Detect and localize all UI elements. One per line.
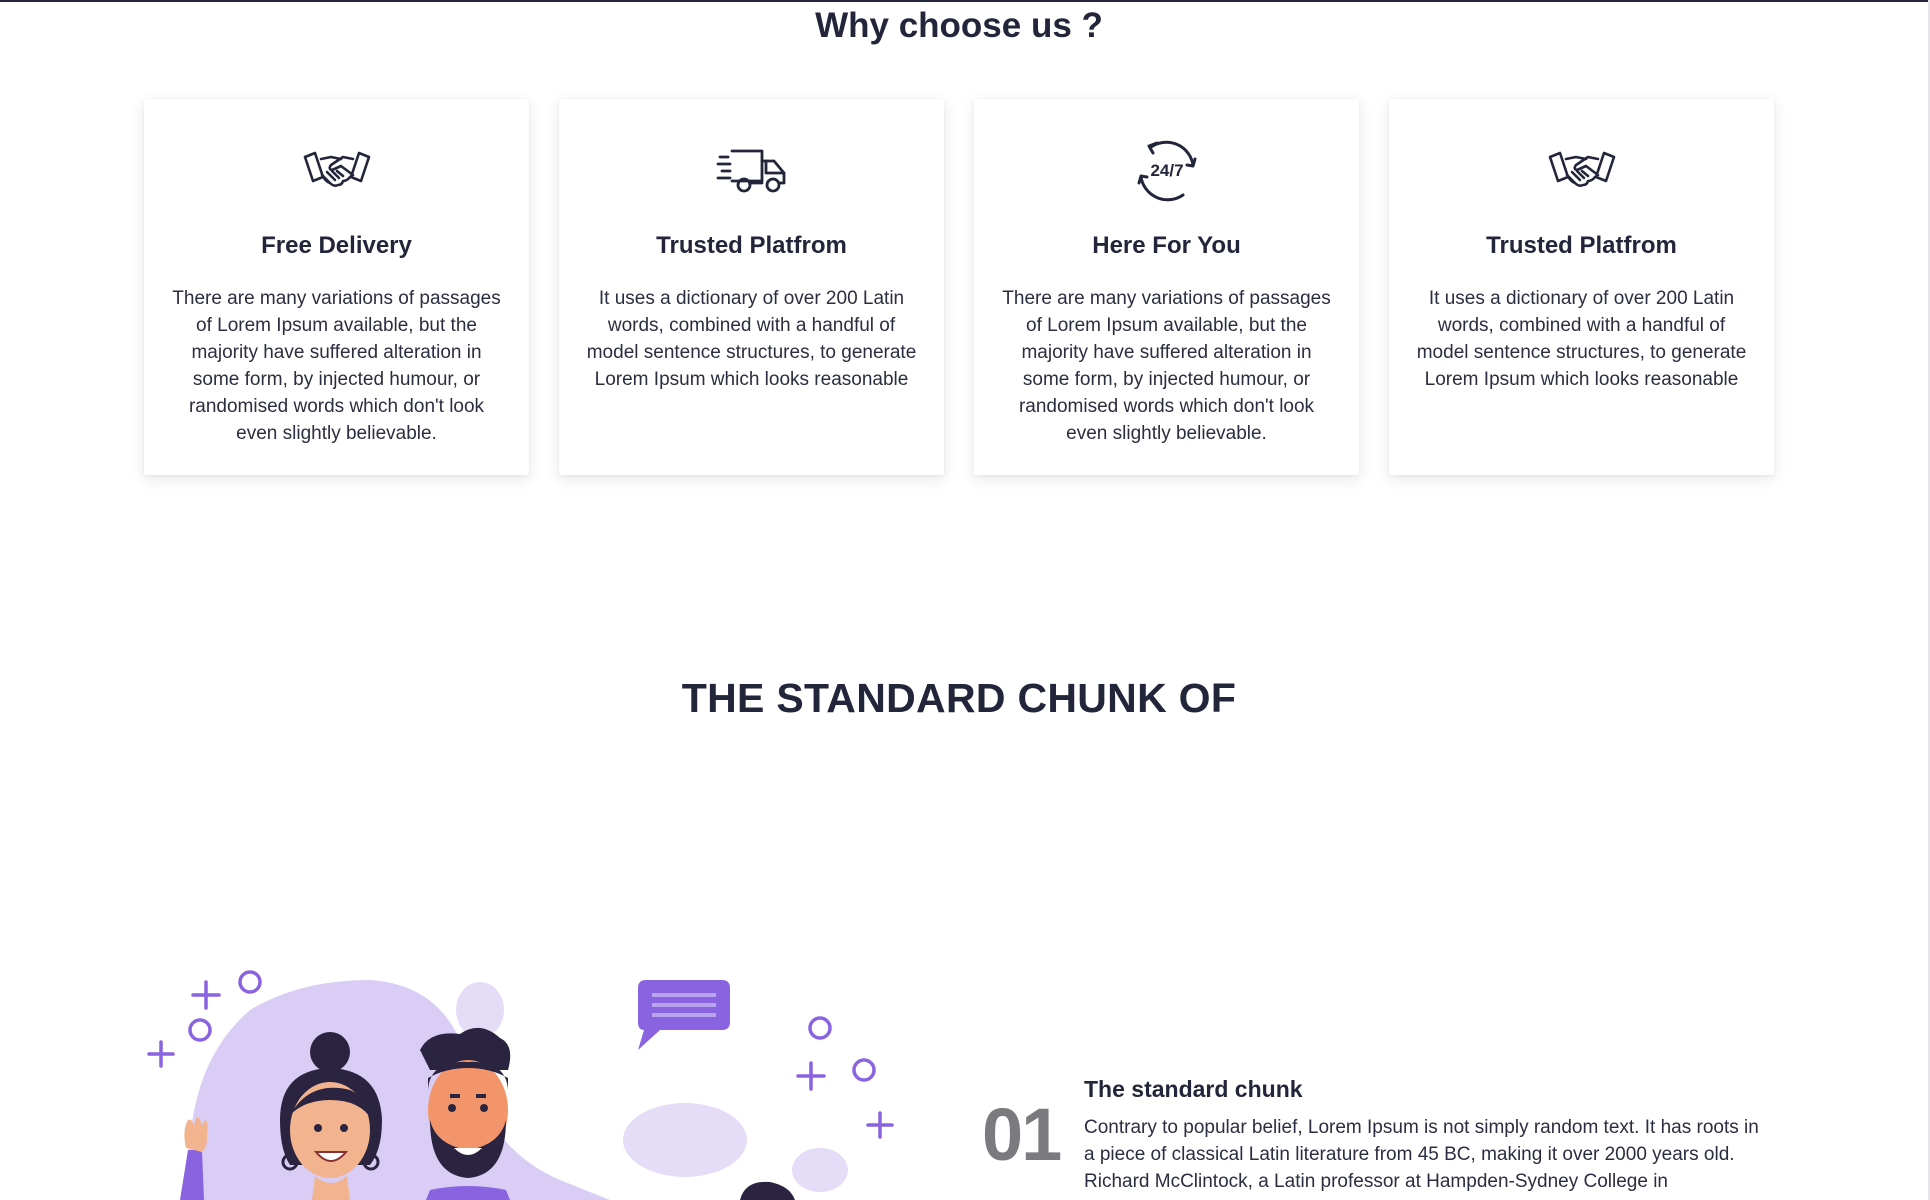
bubble-shape — [623, 1103, 747, 1177]
feature-card: Trusted Platfrom It uses a dictionary of… — [559, 99, 944, 475]
background-blob — [188, 980, 610, 1200]
ring-icon — [188, 1018, 212, 1042]
feature-card: Trusted Platfrom It uses a dictionary of… — [1389, 99, 1774, 475]
hair-shape — [740, 1181, 795, 1200]
clock-24-7-icon: 24/7 — [1137, 140, 1196, 202]
handshake-icon — [1548, 151, 1615, 187]
feature-card-title: Here For You — [1092, 232, 1241, 259]
feature-step: 01 The standard chunk Contrary to popula… — [982, 1070, 1782, 1200]
ring-icon — [808, 1016, 832, 1040]
page: Why choose us ? Free Delivery There are … — [0, 0, 1930, 1200]
step-title: The standard chunk — [1084, 1076, 1303, 1102]
svg-text:24/7: 24/7 — [1150, 161, 1183, 180]
ring-icon — [238, 970, 262, 994]
feature-card: Free Delivery There are many variations … — [144, 99, 529, 475]
step-number: 01 — [982, 1093, 1062, 1176]
sparkle-icon — [796, 1061, 826, 1091]
handshake-icon — [303, 151, 370, 187]
step-text: Contrary to popular belief, Lorem Ipsum … — [1084, 1117, 1759, 1192]
bubble-shape — [792, 1148, 848, 1192]
top-divider — [0, 0, 1930, 2]
feature-card-title: Free Delivery — [261, 232, 412, 259]
feature-card-text: It uses a dictionary of over 200 Latin w… — [586, 288, 917, 390]
chat-bubble-icon — [638, 980, 730, 1050]
sparkle-icon — [191, 980, 221, 1010]
feature-card-text: There are many variations of passages of… — [1002, 288, 1331, 444]
why-choose-us-heading: Why choose us ? — [815, 6, 1103, 45]
people-chat-illustration — [147, 970, 894, 1200]
sparkle-icon — [866, 1111, 894, 1139]
sparkle-icon — [147, 1040, 175, 1068]
feature-card: 24/7 Here For You There are many variati… — [974, 99, 1359, 475]
delivery-truck-icon — [716, 149, 785, 193]
standard-chunk-heading: THE STANDARD CHUNK OF — [681, 675, 1237, 721]
feature-card-text: There are many variations of passages of… — [172, 288, 501, 444]
feature-card-text: It uses a dictionary of over 200 Latin w… — [1416, 288, 1747, 390]
ring-icon — [852, 1058, 876, 1082]
feature-card-title: Trusted Platfrom — [1486, 232, 1677, 259]
feature-card-title: Trusted Platfrom — [656, 232, 847, 259]
features-grid: Free Delivery There are many variations … — [144, 99, 1776, 475]
